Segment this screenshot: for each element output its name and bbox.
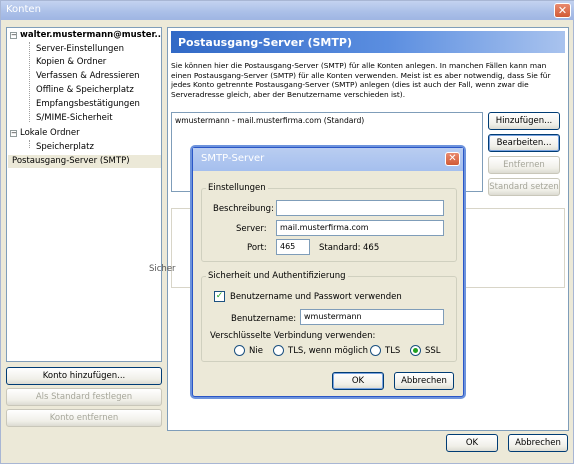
tree-item-offline[interactable]: Offline & Speicherplatz — [36, 85, 134, 95]
encryption-label: Verschlüsselte Verbindung verwenden: — [210, 331, 376, 341]
list-item[interactable]: wmustermann - mail.musterfirma.com (Stan… — [175, 116, 364, 125]
port-label: Port: — [247, 243, 267, 253]
standard-port-value: 465 — [363, 243, 380, 253]
radio-tls-if-possible-label[interactable]: TLS, wenn möglich — [288, 346, 368, 356]
set-default-button[interactable]: Als Standard festlegen — [6, 388, 162, 406]
port-input[interactable]: 465 — [276, 239, 310, 255]
tree-item-smime[interactable]: S/MIME-Sicherheit — [36, 113, 113, 123]
remove-account-button[interactable]: Konto entfernen — [6, 409, 162, 427]
description-label: Beschreibung: — [213, 204, 274, 214]
panel-description: Sie können hier die Postausgang-Server (… — [171, 61, 551, 99]
radio-ssl-label[interactable]: SSL — [425, 346, 441, 356]
add-account-button[interactable]: Konto hinzufügen... — [6, 367, 162, 385]
tree-item-account[interactable]: walter.mustermann@muster... — [20, 30, 161, 40]
tree-item-server-settings[interactable]: Server-Einstellungen — [36, 44, 124, 54]
tree-line — [29, 140, 30, 148]
add-server-button[interactable]: Hinzufügen... — [488, 112, 560, 130]
ok-button[interactable]: OK — [446, 434, 498, 452]
username-label: Benutzername: — [231, 314, 297, 324]
username-input[interactable]: wmustermann — [300, 309, 444, 325]
details-label: Sicher — [149, 264, 176, 274]
radio-tls-if-possible[interactable] — [273, 345, 284, 356]
standard-port-label: Standard: — [319, 243, 361, 253]
server-label: Server: — [236, 224, 267, 234]
tree-item-receipts[interactable]: Empfangsbestätigungen — [36, 99, 140, 109]
dialog-ok-button[interactable]: OK — [332, 372, 384, 390]
dialog-cancel-button[interactable]: Abbrechen — [394, 372, 454, 390]
collapse-icon[interactable]: − — [10, 130, 17, 137]
panel-title: Postausgang-Server (SMTP) — [171, 31, 565, 53]
window-title: Konten — [6, 4, 41, 15]
security-group-label: Sicherheit und Authentifizierung — [206, 271, 348, 281]
radio-ssl[interactable] — [410, 345, 421, 356]
tree-line — [29, 42, 30, 122]
tree-item-smtp[interactable]: Postausgang-Server (SMTP) — [12, 156, 130, 166]
cancel-button[interactable]: Abbrechen — [508, 434, 568, 452]
tree-item-disk-space[interactable]: Speicherplatz — [36, 142, 94, 152]
settings-group-label: Einstellungen — [206, 183, 268, 193]
dialog-title: SMTP-Server — [201, 153, 265, 164]
radio-tls[interactable] — [370, 345, 381, 356]
edit-server-button[interactable]: Bearbeiten... — [488, 134, 560, 152]
account-tree[interactable]: − walter.mustermann@muster... Server-Ein… — [6, 27, 162, 362]
radio-tls-label[interactable]: TLS — [385, 346, 400, 356]
tree-item-copies-folders[interactable]: Kopien & Ordner — [36, 57, 106, 67]
description-input[interactable] — [276, 200, 444, 216]
tree-item-composition[interactable]: Verfassen & Adressieren — [36, 71, 140, 81]
server-input[interactable]: mail.musterfirma.com — [276, 220, 444, 236]
collapse-icon[interactable]: − — [10, 32, 17, 39]
smtp-server-dialog: SMTP-Server ✕ Einstellungen Beschreibung… — [192, 147, 464, 397]
close-icon[interactable]: ✕ — [554, 3, 571, 18]
tree-item-local-folders[interactable]: Lokale Ordner — [20, 128, 80, 138]
set-default-server-button[interactable]: Standard setzen — [488, 178, 560, 196]
accounts-window: Konten ✕ − walter.mustermann@muster... S… — [0, 0, 574, 464]
use-auth-checkbox[interactable]: ✓ — [214, 291, 225, 302]
close-icon[interactable]: ✕ — [445, 152, 460, 166]
remove-server-button[interactable]: Entfernen — [488, 156, 560, 174]
window-titlebar[interactable]: Konten ✕ — [1, 1, 574, 20]
use-auth-label[interactable]: Benutzername und Passwort verwenden — [230, 292, 402, 302]
radio-never[interactable] — [234, 345, 245, 356]
dialog-titlebar[interactable]: SMTP-Server ✕ — [193, 148, 463, 171]
radio-never-label[interactable]: Nie — [249, 346, 263, 356]
